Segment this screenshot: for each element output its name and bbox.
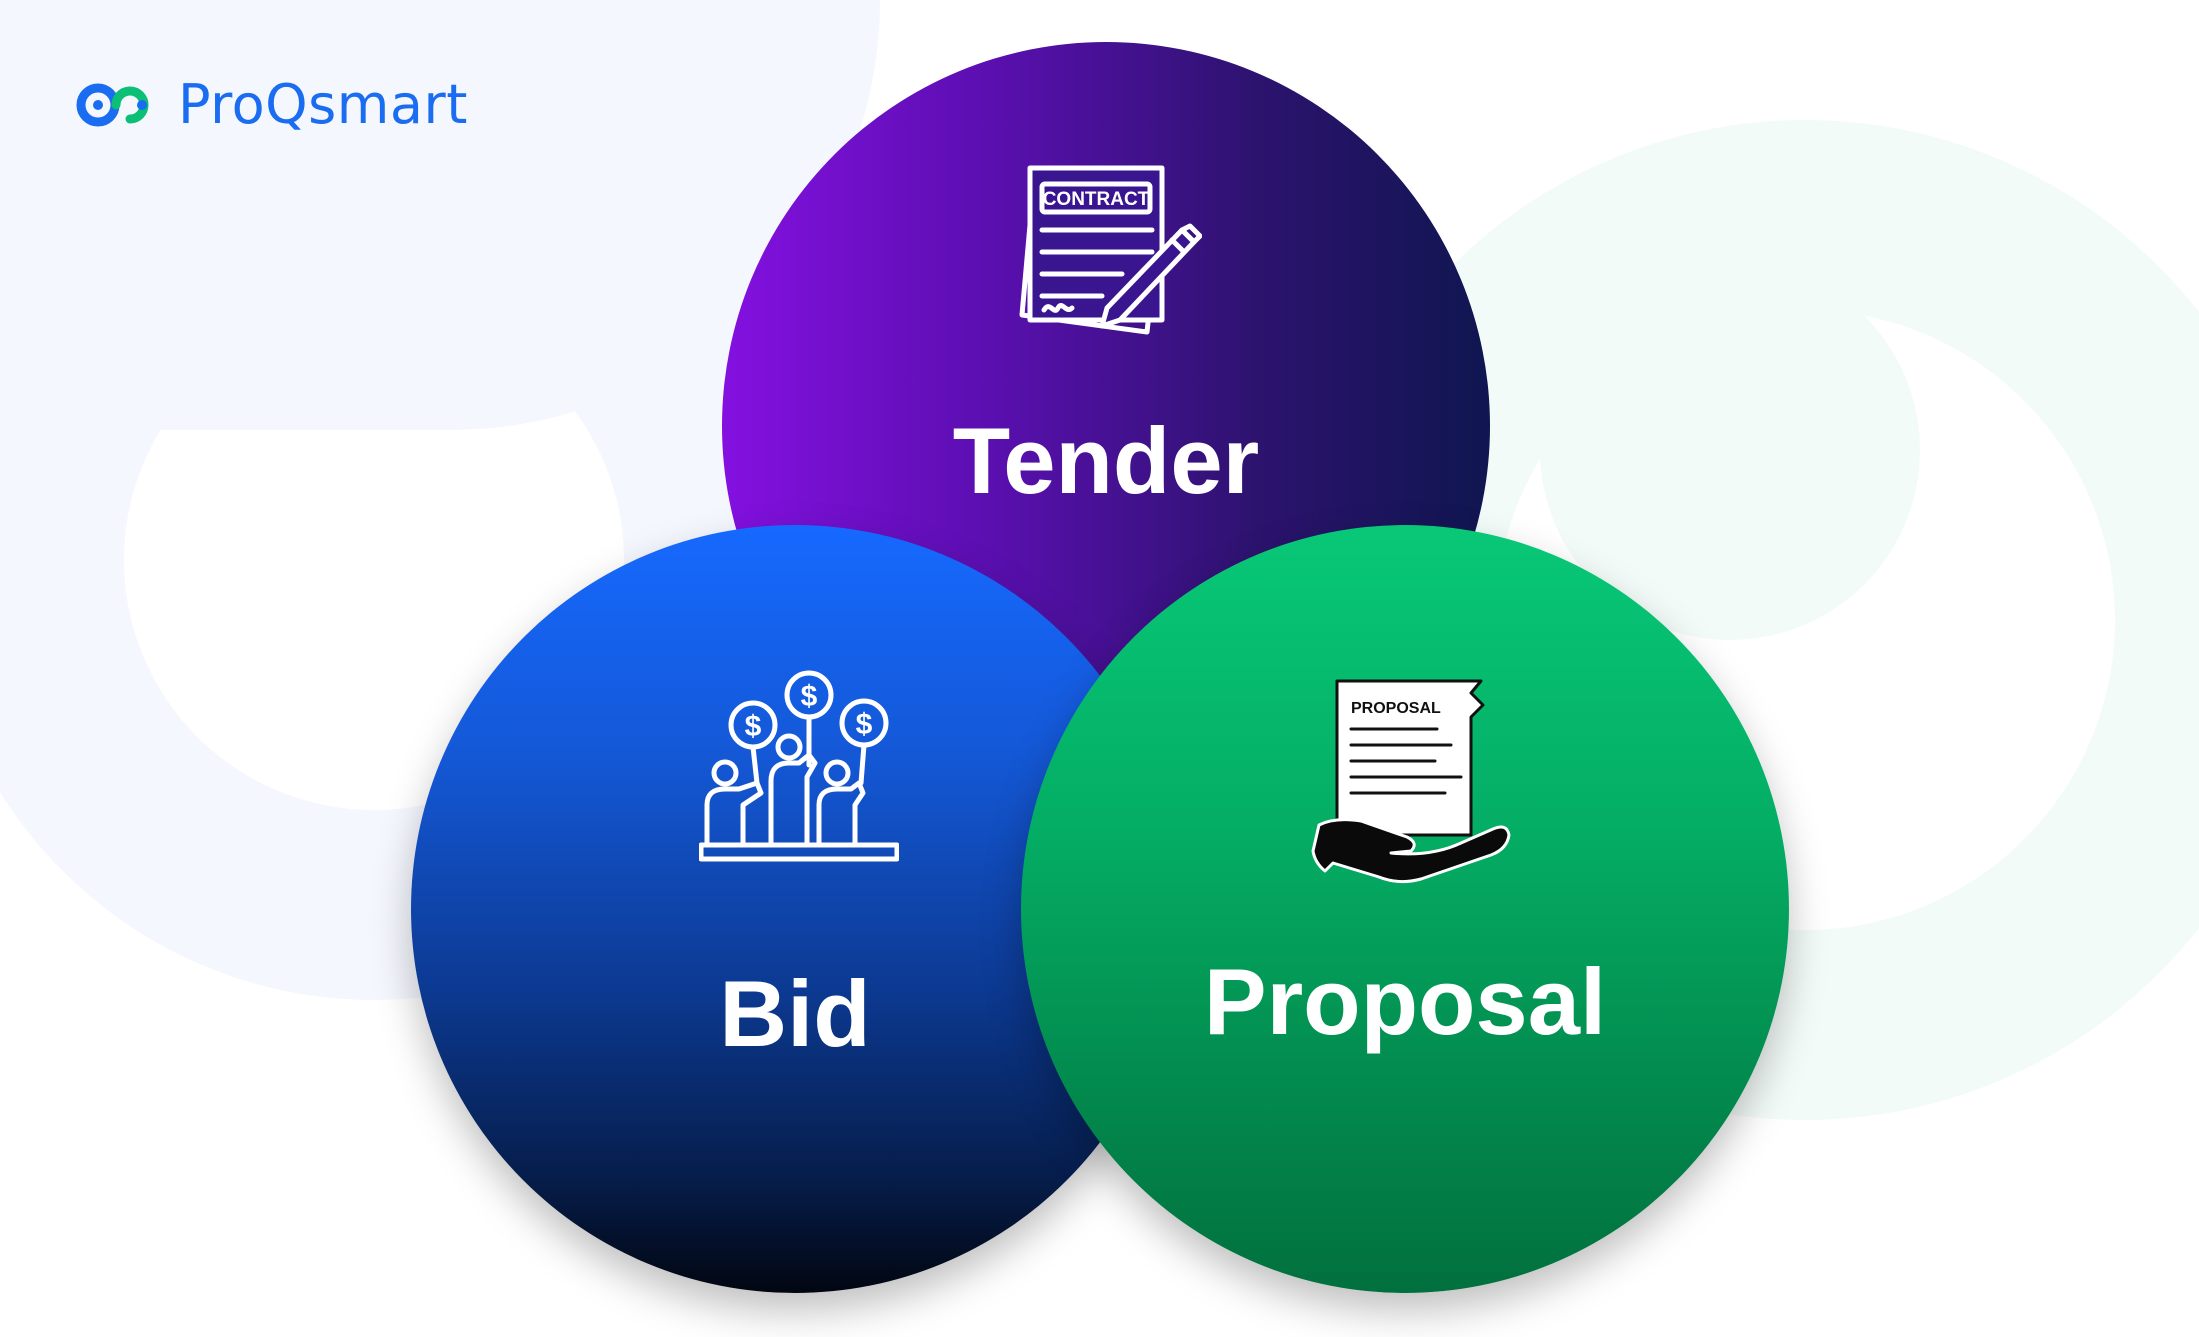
brand-name: ProQsmart (178, 73, 468, 136)
svg-text:$: $ (745, 710, 762, 743)
proposal-icon-text: PROPOSAL (1351, 700, 1441, 717)
contract-icon-text: CONTRACT (1043, 189, 1150, 210)
svg-text:$: $ (801, 680, 818, 713)
proposal-label: Proposal (1203, 949, 1607, 1054)
svg-text:$: $ (856, 708, 873, 741)
contract-icon: CONTRACT (1019, 165, 1202, 335)
tender-label: Tender (952, 408, 1260, 513)
proposal-circle: PROPOSAL Proposal (1021, 525, 1789, 1293)
proposal-icon: PROPOSAL (1311, 679, 1511, 884)
diagram-canvas: ProQsmart CONTRACT Tender $ $ $ Bid PROP… (0, 0, 2199, 1337)
bidders-icon: $ $ $ (699, 670, 899, 862)
infinity-link-icon (76, 83, 149, 127)
brand-logo: ProQsmart (76, 78, 468, 132)
